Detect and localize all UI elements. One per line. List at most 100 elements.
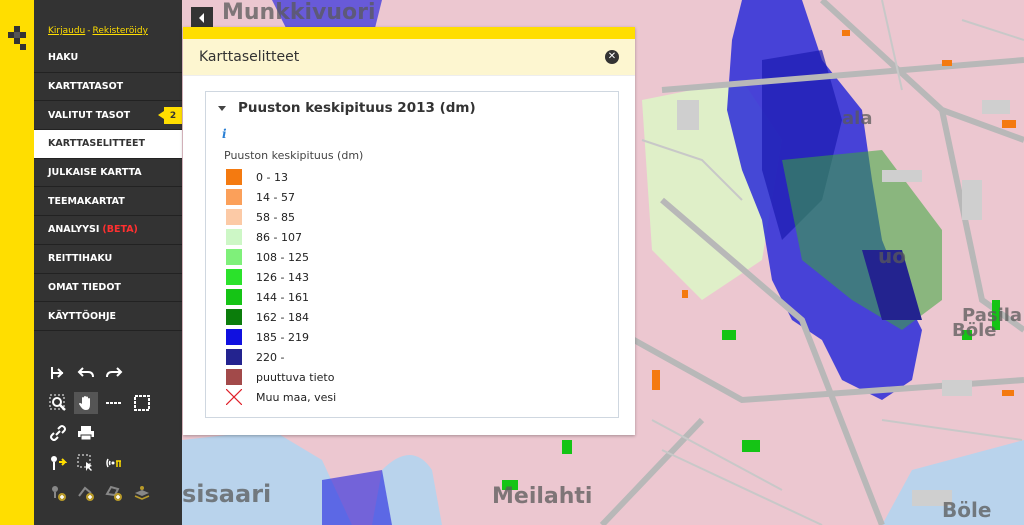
nav-item-haku[interactable]: HAKU — [34, 44, 182, 73]
add-area-icon[interactable] — [102, 482, 126, 504]
legend-swatch — [226, 169, 242, 185]
legend-list: 0 - 13 14 - 57 58 - 85 86 - 107 108 - 125 126… — [226, 167, 336, 407]
map-place-label: Böle — [942, 498, 992, 522]
add-line-icon[interactable] — [74, 482, 98, 504]
legend-item: 108 - 125 — [226, 247, 336, 267]
legend-label: 0 - 13 — [256, 170, 288, 184]
collapse-triangle-icon[interactable] — [218, 105, 226, 111]
map-place-label: Böle — [952, 320, 997, 341]
legend-label: 144 - 161 — [256, 290, 309, 304]
legend-item: 86 - 107 — [226, 227, 336, 247]
legend-panel: Karttaselitteet ✕ Puuston keskipituus 20… — [183, 27, 635, 435]
measure-area-icon[interactable] — [130, 392, 154, 414]
layer-legend-box: Puuston keskipituus 2013 (dm) i Puuston … — [205, 91, 619, 418]
nav-label: VALITUT TASOT — [48, 109, 131, 121]
legend-swatch — [226, 209, 242, 225]
nav-item-teemakartat[interactable]: TEEMAKARTAT — [34, 187, 182, 217]
redo-icon[interactable] — [102, 362, 126, 384]
yellow-strip — [0, 0, 34, 525]
pan-hand-icon[interactable] — [74, 392, 98, 414]
legend-swatch — [226, 329, 242, 345]
legend-label: puuttuva tieto — [256, 370, 335, 384]
beta-label: (BETA) — [102, 224, 138, 236]
legend-label: Muu maa, vesi — [256, 390, 337, 404]
nav-item-analyysi[interactable]: ANALYYSI (BETA) — [34, 216, 182, 245]
logo-icon — [8, 26, 26, 50]
legend-swatch — [226, 229, 242, 245]
panel-header: Karttaselitteet ✕ — [183, 39, 635, 76]
nav-label: JULKAISE KARTTA — [48, 167, 142, 179]
legend-item: 14 - 57 — [226, 187, 336, 207]
reset-view-icon[interactable] — [46, 362, 70, 384]
legend-item: 126 - 143 — [226, 267, 336, 287]
legend-label: 58 - 85 — [256, 210, 295, 224]
forest-area — [322, 470, 392, 525]
nav-label: KARTTATASOT — [48, 81, 124, 93]
nav-label: TEEMAKARTAT — [48, 195, 125, 207]
layer-legend-header[interactable]: Puuston keskipituus 2013 (dm) — [206, 92, 618, 116]
legend-swatch — [226, 249, 242, 265]
nav-label: HAKU — [48, 52, 79, 64]
legend-item: puuttuva tieto — [226, 367, 336, 387]
register-link[interactable]: Rekisteröidy — [93, 26, 148, 36]
close-icon[interactable]: ✕ — [605, 50, 619, 64]
info-icon[interactable]: i — [222, 127, 227, 141]
nav-item-karttatasot[interactable]: KARTTATASOT — [34, 73, 182, 102]
legend-item: 144 - 161 — [226, 287, 336, 307]
link-icon[interactable] — [46, 422, 70, 444]
legend-label: 162 - 184 — [256, 310, 309, 324]
nav-label: ANALYYSI — [48, 224, 100, 236]
legend-swatch — [226, 289, 242, 305]
gps-icon[interactable] — [102, 452, 126, 474]
legend-label: 220 - — [256, 350, 285, 364]
nav-label: KÄYTTÖOHJE — [48, 310, 116, 322]
legend-item: 162 - 184 — [226, 307, 336, 327]
legend-swatch — [226, 189, 242, 205]
measure-line-icon[interactable] — [102, 392, 126, 414]
legend-label: 185 - 219 — [256, 330, 309, 344]
nav-item-kayttoohje[interactable]: KÄYTTÖOHJE — [34, 302, 182, 331]
legend-item: 185 - 219 — [226, 327, 336, 347]
nav-item-karttaselitteet[interactable]: KARTTASELITTEET — [34, 130, 182, 159]
undo-icon[interactable] — [74, 362, 98, 384]
login-link[interactable]: Kirjaudu — [48, 26, 85, 36]
zoom-box-icon[interactable] — [46, 392, 70, 414]
legend-label: 14 - 57 — [256, 190, 295, 204]
map-place-label: sisaari — [182, 480, 272, 508]
auth-links: Kirjaudu - Rekisteröidy — [34, 0, 182, 44]
feature-select-icon[interactable] — [74, 452, 98, 474]
legend-item: 0 - 13 — [226, 167, 336, 187]
map-tools — [46, 362, 176, 512]
map-place-label: Munkkivuori — [222, 0, 376, 25]
nav-item-julkaise-kartta[interactable]: JULKAISE KARTTA — [34, 159, 182, 188]
nav-label: KARTTASELITTEET — [48, 138, 145, 150]
add-layer-icon[interactable] — [130, 482, 154, 504]
panel-title: Karttaselitteet — [199, 49, 300, 65]
nav-item-reittihaku[interactable]: REITTIHAKU — [34, 245, 182, 274]
legend-swatch — [226, 269, 242, 285]
layer-title: Puuston keskipituus 2013 (dm) — [238, 100, 476, 116]
legend-label: 108 - 125 — [256, 250, 309, 264]
map-place-label: uo — [878, 244, 906, 268]
legend-swatch — [226, 369, 242, 385]
legend-item: Muu maa, vesi — [226, 387, 336, 407]
collapse-menu-button[interactable] — [191, 7, 213, 29]
panel-accent-bar — [183, 27, 635, 39]
chevron-left-icon — [199, 13, 204, 23]
selected-layers-count-badge: 2 — [158, 107, 182, 125]
add-point-icon[interactable] — [46, 482, 70, 504]
print-icon[interactable] — [74, 422, 98, 444]
nav-item-valitut-tasot[interactable]: VALITUT TASOT 2 — [34, 101, 182, 131]
legend-label: 126 - 143 — [256, 270, 309, 284]
nav-item-omat-tiedot[interactable]: OMAT TIEDOT — [34, 274, 182, 303]
legend-swatch — [226, 349, 242, 365]
nav-label: REITTIHAKU — [48, 253, 113, 265]
map-place-label: Meilahti — [492, 484, 593, 509]
nav-label: OMAT TIEDOT — [48, 281, 121, 293]
legend-label: 86 - 107 — [256, 230, 302, 244]
legend-title: Puuston keskipituus (dm) — [224, 149, 364, 162]
legend-swatch — [226, 309, 242, 325]
coordinate-tool-icon[interactable] — [46, 452, 70, 474]
cross-icon — [226, 389, 242, 405]
legend-item: 58 - 85 — [226, 207, 336, 227]
